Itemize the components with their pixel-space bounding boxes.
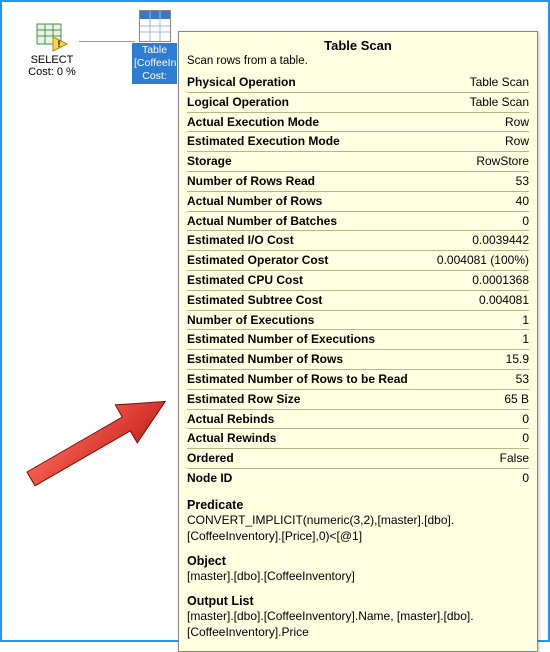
predicate-body: CONVERT_IMPLICIT(numeric(3,2),[master].[… — [187, 512, 529, 544]
prop-row: Estimated Row Size65 B — [187, 390, 529, 410]
prop-row: Physical OperationTable Scan — [187, 73, 529, 93]
prop-row: Logical OperationTable Scan — [187, 93, 529, 113]
prop-row: Estimated CPU Cost0.0001368 — [187, 271, 529, 291]
select-node-cost: Cost: 0 % — [22, 66, 82, 78]
object-body: [master].[dbo].[CoffeeInventory] — [187, 568, 529, 584]
prop-row: Actual Rebinds0 — [187, 410, 529, 430]
tooltip-title: Table Scan — [187, 38, 529, 53]
prop-row: Actual Execution ModeRow — [187, 113, 529, 133]
execution-plan-canvas: ! SELECT Cost: 0 % Table [CoffeeIn Cost:… — [0, 0, 550, 642]
select-icon: ! — [36, 20, 68, 52]
table-node-caption: Table [CoffeeIn Cost: — [132, 43, 177, 84]
prop-row: Estimated Subtree Cost0.004081 — [187, 291, 529, 311]
prop-row: Number of Rows Read53 — [187, 172, 529, 192]
plan-node-select[interactable]: ! SELECT Cost: 0 % — [22, 20, 82, 78]
object-label: Object — [187, 554, 529, 568]
prop-row: Node ID0 — [187, 469, 529, 488]
prop-row: Estimated Number of Executions1 — [187, 330, 529, 350]
plan-connector-line — [79, 41, 135, 42]
annotation-arrow-icon — [17, 382, 187, 502]
table-scan-icon — [139, 10, 171, 42]
tooltip-properties: Physical OperationTable Scan Logical Ope… — [187, 73, 529, 488]
prop-row: Estimated Execution ModeRow — [187, 132, 529, 152]
prop-row: Estimated I/O Cost0.0039442 — [187, 231, 529, 251]
prop-row: Actual Number of Batches0 — [187, 212, 529, 232]
select-node-label: SELECT — [22, 54, 82, 66]
prop-row: Actual Number of Rows40 — [187, 192, 529, 212]
tooltip-subtitle: Scan rows from a table. — [187, 55, 529, 67]
prop-row: StorageRowStore — [187, 152, 529, 172]
plan-node-table-scan[interactable]: Table [CoffeeIn Cost: — [132, 10, 177, 84]
prop-row: Estimated Number of Rows15.9 — [187, 350, 529, 370]
prop-row: Actual Rewinds0 — [187, 429, 529, 449]
outputlist-body: [master].[dbo].[CoffeeInventory].Name, [… — [187, 608, 529, 640]
prop-row: Estimated Operator Cost0.004081 (100%) — [187, 251, 529, 271]
tooltip-panel: Table Scan Scan rows from a table. Physi… — [178, 31, 538, 652]
prop-row: Estimated Number of Rows to be Read53 — [187, 370, 529, 390]
outputlist-label: Output List — [187, 594, 529, 608]
svg-text:!: ! — [58, 39, 61, 49]
prop-row: OrderedFalse — [187, 449, 529, 469]
prop-row: Number of Executions1 — [187, 311, 529, 331]
predicate-label: Predicate — [187, 498, 529, 512]
